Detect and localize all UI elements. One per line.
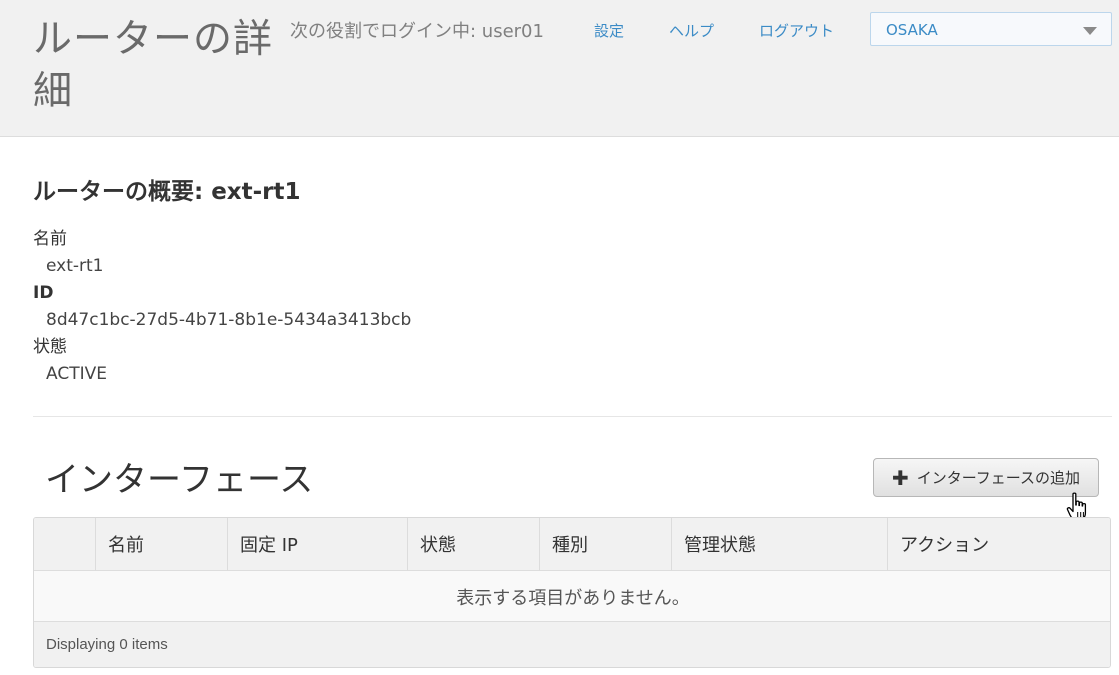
page-title: ルーターの詳細 [33, 17, 274, 114]
region-select-value: OSAKA [886, 21, 938, 39]
column-header-admin-state[interactable]: 管理状態 [671, 518, 887, 571]
region-select[interactable]: OSAKA [870, 12, 1112, 46]
section-divider [33, 416, 1112, 417]
column-header-actions: アクション [887, 518, 1110, 571]
logout-link[interactable]: ログアウト [759, 20, 834, 41]
overview-title: ルーターの概要: ext-rt1 [33, 179, 301, 205]
add-interface-label: インターフェースの追加 [916, 469, 1081, 487]
page-header: ルーターの詳細 次の役割でログイン中: user01 設定 ヘルプ ログアウト … [0, 0, 1119, 137]
plus-icon: ✚ [891, 465, 909, 490]
table-header: 名前 固定 IP 状態 種別 管理状態 アクション [34, 518, 1110, 571]
field-label-name: 名前 [33, 229, 67, 249]
overview-details: 名前 ext-rt1 ID 8d47c1bc-27d5-4b71-8b1e-54… [33, 226, 411, 388]
table-footer: Displaying 0 items [34, 622, 1110, 667]
help-link[interactable]: ヘルプ [669, 20, 714, 41]
field-value-name: ext-rt1 [46, 256, 104, 276]
field-value-id: 8d47c1bc-27d5-4b71-8b1e-5434a3413bcb [46, 310, 412, 330]
field-label-status: 状態 [33, 337, 67, 357]
column-header-select[interactable] [34, 518, 95, 571]
login-info: 次の役割でログイン中: user01 [290, 21, 544, 42]
column-header-type[interactable]: 種別 [539, 518, 671, 571]
column-header-fixed-ip[interactable]: 固定 IP [227, 518, 407, 571]
column-header-name[interactable]: 名前 [95, 518, 227, 571]
interfaces-title: インターフェース [45, 460, 314, 500]
settings-link[interactable]: 設定 [594, 20, 624, 41]
field-label-id: ID [33, 283, 54, 303]
chevron-down-icon [1083, 27, 1097, 35]
empty-table-message: 表示する項目がありません。 [34, 571, 1110, 622]
column-header-status[interactable]: 状態 [407, 518, 539, 571]
interfaces-table: 名前 固定 IP 状態 種別 管理状態 アクション 表示する項目がありません。 … [33, 517, 1111, 668]
field-value-status: ACTIVE [46, 364, 107, 384]
